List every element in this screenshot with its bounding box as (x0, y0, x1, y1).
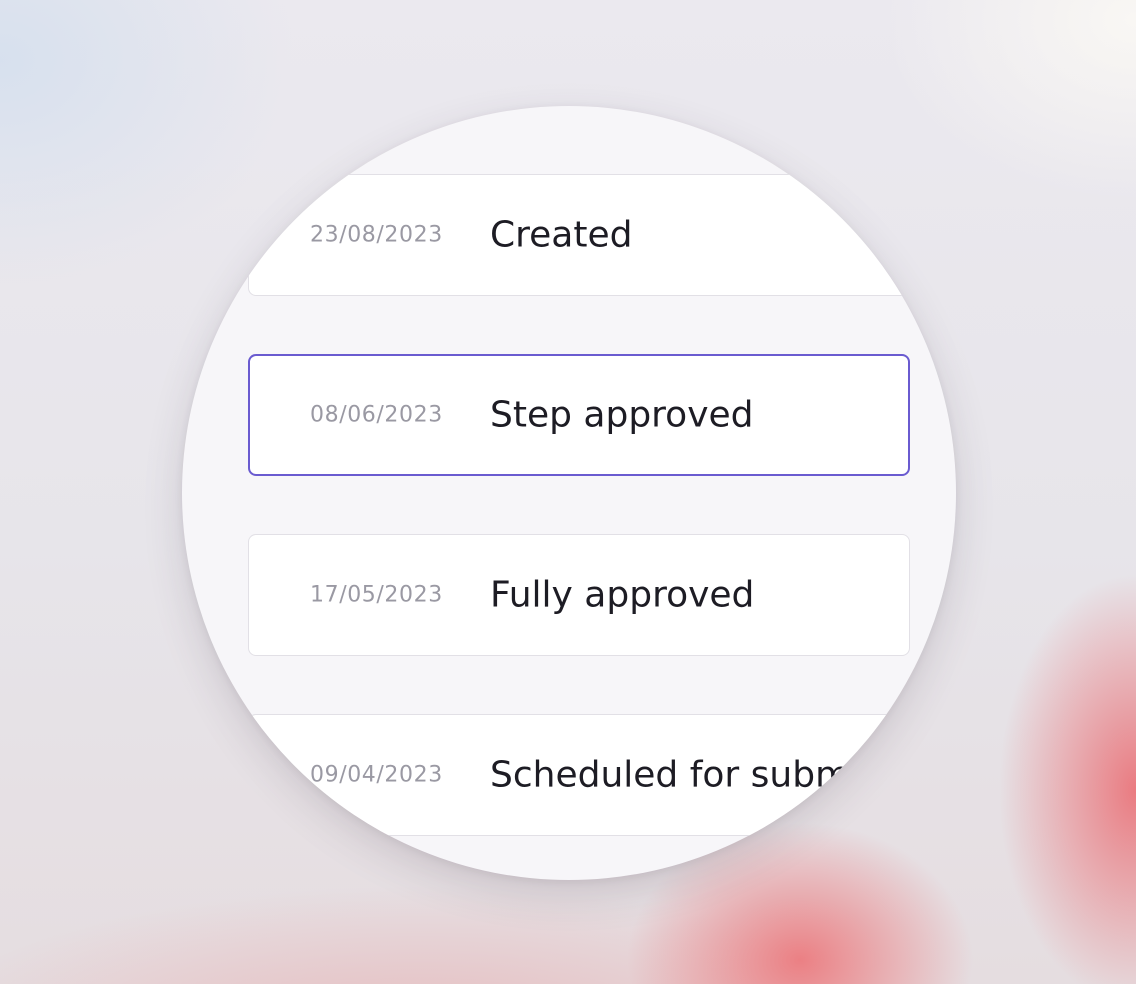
history-item-created[interactable]: 23/08/2023 Created (248, 174, 910, 296)
history-item-scheduled[interactable]: 09/04/2023 Scheduled for submission (248, 714, 953, 836)
history-item-event: Fully approved (490, 574, 755, 616)
history-item-event: Step approved (490, 394, 754, 436)
magnifier-lens: 23/08/2023 Created 08/06/2023 Step appro… (182, 106, 956, 880)
history-item-date: 09/04/2023 (310, 762, 443, 788)
history-item-date: 23/08/2023 (310, 222, 443, 248)
history-item-step-approved[interactable]: 08/06/2023 Step approved (248, 354, 910, 476)
history-item-event: Created (490, 214, 633, 256)
history-item-event: Scheduled for submission (490, 754, 953, 796)
history-item-fully-approved[interactable]: 17/05/2023 Fully approved (248, 534, 910, 656)
history-item-date: 17/05/2023 (310, 582, 443, 608)
history-item-date: 08/06/2023 (310, 402, 443, 428)
